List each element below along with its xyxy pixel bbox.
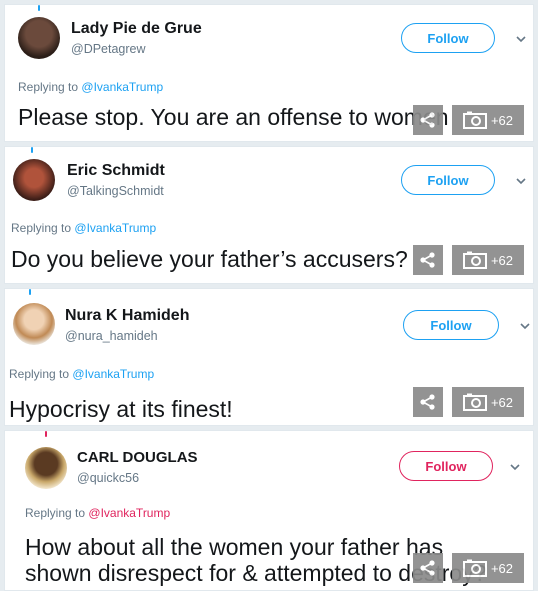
photo-count: +62: [490, 112, 514, 128]
tweet-card: CARL DOUGLAS @quickc56 Follow Replying t…: [4, 430, 534, 591]
user-handle[interactable]: @nura_hamideh: [65, 329, 158, 343]
thread-connector: [29, 289, 31, 295]
replying-prefix: Replying to: [25, 506, 86, 520]
follow-button[interactable]: Follow: [399, 451, 493, 481]
share-button[interactable]: [413, 553, 443, 583]
follow-button[interactable]: Follow: [401, 23, 495, 53]
avatar[interactable]: [13, 159, 55, 201]
replying-to: Replying to @IvankaTrump: [18, 80, 163, 94]
follow-button[interactable]: Follow: [401, 165, 495, 195]
thread-connector: [31, 147, 33, 153]
chevron-down-icon[interactable]: [507, 459, 523, 475]
display-name[interactable]: CARL DOUGLAS: [77, 449, 198, 466]
mention-link[interactable]: @IvankaTrump: [74, 221, 156, 235]
photo-count: +62: [490, 394, 514, 410]
thread-connector: [45, 431, 47, 437]
tweet-card: Nura K Hamideh @nura_hamideh Follow Repl…: [4, 288, 534, 426]
replying-prefix: Replying to: [9, 367, 70, 381]
share-icon: [420, 394, 435, 410]
share-icon: [420, 252, 435, 268]
replying-prefix: Replying to: [18, 80, 79, 94]
share-button[interactable]: [413, 105, 443, 135]
share-icon: [420, 560, 435, 576]
display-name[interactable]: Lady Pie de Grue: [71, 20, 202, 38]
photo-count-button[interactable]: +62: [452, 105, 524, 135]
photo-count-button[interactable]: +62: [452, 553, 524, 583]
photo-count-button[interactable]: +62: [452, 387, 524, 417]
share-button[interactable]: [413, 245, 443, 275]
display-name[interactable]: Nura K Hamideh: [65, 307, 189, 325]
replying-prefix: Replying to: [11, 221, 72, 235]
share-icon: [420, 112, 435, 128]
camera-icon: [462, 393, 487, 411]
tweet-text-line-1: How about all the women your father has: [25, 534, 444, 560]
photo-count: +62: [490, 560, 514, 576]
replying-to: Replying to @IvankaTrump: [9, 367, 154, 381]
replying-to: Replying to @IvankaTrump: [25, 506, 170, 520]
follow-button[interactable]: Follow: [403, 310, 499, 340]
user-handle[interactable]: @TalkingSchmidt: [67, 184, 164, 198]
tweet-card: Lady Pie de Grue @DPetagrew Follow Reply…: [4, 4, 534, 142]
camera-icon: [462, 251, 487, 269]
user-handle[interactable]: @quickc56: [77, 471, 139, 485]
display-name[interactable]: Eric Schmidt: [67, 162, 165, 180]
mention-link[interactable]: @IvankaTrump: [88, 506, 170, 520]
mention-link[interactable]: @IvankaTrump: [81, 80, 163, 94]
photo-count-button[interactable]: +62: [452, 245, 524, 275]
avatar[interactable]: [18, 17, 60, 59]
share-button[interactable]: [413, 387, 443, 417]
thread-connector: [38, 5, 40, 11]
avatar[interactable]: [13, 303, 55, 345]
tweet-text: Hypocrisy at its finest!: [9, 396, 233, 422]
tweet-card: Eric Schmidt @TalkingSchmidt Follow Repl…: [4, 146, 534, 284]
avatar[interactable]: [25, 447, 67, 489]
chevron-down-icon[interactable]: [513, 173, 529, 189]
camera-icon: [462, 559, 487, 577]
mention-link[interactable]: @IvankaTrump: [72, 367, 154, 381]
chevron-down-icon[interactable]: [517, 318, 533, 334]
tweet-text: Do you believe your father’s accusers?: [11, 246, 408, 272]
camera-icon: [462, 111, 487, 129]
user-handle[interactable]: @DPetagrew: [71, 42, 146, 56]
chevron-down-icon[interactable]: [513, 31, 529, 47]
photo-count: +62: [490, 252, 514, 268]
replying-to: Replying to @IvankaTrump: [11, 221, 156, 235]
tweet-text: Please stop. You are an offense to women: [18, 104, 449, 130]
